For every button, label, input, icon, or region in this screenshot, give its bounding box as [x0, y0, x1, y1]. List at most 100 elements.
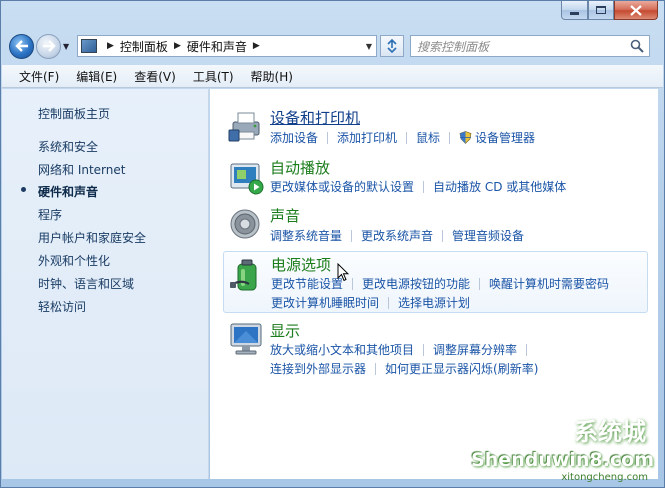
- link-require-password-on-wake[interactable]: 唤醒计算机时需要密码: [489, 275, 609, 292]
- link-add-printer[interactable]: 添加打印机: [337, 129, 397, 146]
- menu-help[interactable]: 帮助(H): [251, 68, 293, 85]
- sidebar-item-network[interactable]: 网络和 Internet: [38, 161, 125, 178]
- links-power-row1: 更改节能设置 更改电源按钮的功能 唤醒计算机时需要密码: [271, 275, 609, 292]
- links-power-row2: 更改计算机睡眠时间 选择电源计划: [271, 294, 470, 311]
- links-sound: 调整系统音量 更改系统声音 管理音频设备: [270, 227, 524, 244]
- navigation-row: ▼ ▶ 控制面板 ▶ 硬件和声音 ▶ ▼ 搜索控制面板: [9, 31, 656, 61]
- link-change-media-defaults[interactable]: 更改媒体或设备的默认设置: [270, 178, 414, 195]
- category-power-options: 电源选项 更改节能设置 更改电源按钮的功能 唤醒计算机时需要密码 更改计算机睡眠…: [223, 251, 648, 313]
- chevron-right-icon[interactable]: ▶: [253, 41, 260, 51]
- watermark-sub: xitongcheng.com: [561, 472, 648, 483]
- printer-icon[interactable]: [228, 108, 264, 144]
- speaker-icon[interactable]: [228, 207, 264, 243]
- maximize-icon: [596, 6, 606, 14]
- category-autoplay: 自动播放 更改媒体或设备的默认设置 自动播放 CD 或其他媒体: [224, 155, 648, 195]
- chevron-right-icon[interactable]: ▶: [174, 41, 181, 51]
- link-fix-flicker[interactable]: 如何更正显示器闪烁(刷新率): [385, 360, 538, 377]
- links-autoplay: 更改媒体或设备的默认设置 自动播放 CD 或其他媒体: [270, 178, 566, 195]
- watermark-cn: 系统城: [574, 418, 646, 446]
- arrow-left-icon: [14, 40, 28, 52]
- refresh-icon: [387, 39, 397, 53]
- close-button[interactable]: [614, 1, 658, 20]
- link-autoplay-cd[interactable]: 自动播放 CD 或其他媒体: [433, 178, 566, 195]
- search-icon[interactable]: [630, 39, 644, 53]
- mouse-cursor-icon: [337, 263, 349, 282]
- caption-buttons: [561, 1, 658, 20]
- sidebar-item-system-security[interactable]: 系统和安全: [38, 138, 98, 155]
- links-display-row2: 连接到外部显示器 如何更正显示器闪烁(刷新率): [270, 360, 538, 377]
- maximize-button[interactable]: [588, 1, 614, 20]
- divider: [423, 180, 425, 193]
- close-icon: [630, 4, 642, 16]
- link-choose-power-plan[interactable]: 选择电源计划: [398, 294, 470, 311]
- breadcrumb-control-panel[interactable]: 控制面板: [120, 38, 168, 55]
- category-display: 显示 放大或缩小文本和其他项目 调整屏幕分辨率 连接到外部显示器 如何更正显示器…: [224, 319, 648, 379]
- link-change-system-sounds[interactable]: 更改系统声音: [361, 227, 433, 244]
- uac-shield-icon: [459, 131, 472, 144]
- sidebar-item-home[interactable]: 控制面板主页: [38, 105, 110, 122]
- address-dropdown[interactable]: ▼: [362, 42, 376, 51]
- sidebar-item-hardware-sound[interactable]: 硬件和声音: [38, 183, 98, 200]
- search-input[interactable]: 搜索控制面板: [410, 35, 650, 57]
- link-change-sleep-time[interactable]: 更改计算机睡眠时间: [271, 294, 379, 311]
- category-title-display[interactable]: 显示: [270, 320, 300, 341]
- refresh-button[interactable]: [380, 35, 404, 57]
- divider: [479, 277, 481, 290]
- category-title-autoplay[interactable]: 自动播放: [270, 157, 330, 178]
- menu-view[interactable]: 查看(V): [134, 68, 176, 85]
- link-mouse[interactable]: 鼠标: [416, 129, 440, 146]
- link-resize-text[interactable]: 放大或缩小文本和其他项目: [270, 341, 414, 358]
- control-panel-icon: [81, 39, 97, 53]
- divider: [351, 229, 353, 242]
- sidebar: 控制面板主页 系统和安全 网络和 Internet 硬件和声音 程序 用户帐户和…: [2, 89, 209, 479]
- category-devices-printers: 设备和打印机 添加设备 添加打印机 鼠标 设备管理器: [224, 105, 648, 145]
- sidebar-item-clock-region[interactable]: 时钟、语言和区域: [38, 275, 134, 292]
- link-power-button-function[interactable]: 更改电源按钮的功能: [362, 275, 470, 292]
- menu-tools[interactable]: 工具(T): [193, 68, 234, 85]
- recent-pages-dropdown[interactable]: ▼: [63, 42, 73, 51]
- category-title-devices-printers[interactable]: 设备和打印机: [270, 107, 360, 128]
- sidebar-item-user-accounts[interactable]: 用户帐户和家庭安全: [38, 229, 146, 246]
- forward-button[interactable]: [36, 33, 61, 59]
- sidebar-item-ease-of-access[interactable]: 轻松访问: [38, 298, 86, 315]
- minimize-button[interactable]: [561, 1, 588, 20]
- arrow-right-icon: [42, 40, 56, 52]
- menu-bar: 文件(F) 编辑(E) 查看(V) 工具(T) 帮助(H): [2, 65, 663, 88]
- links-display-row1: 放大或缩小文本和其他项目 调整屏幕分辨率: [270, 341, 536, 358]
- watermark-text: Shenduwin8.com: [471, 449, 654, 471]
- sidebar-item-appearance[interactable]: 外观和个性化: [38, 252, 110, 269]
- address-bar[interactable]: ▶ 控制面板 ▶ 硬件和声音 ▶ ▼: [77, 35, 377, 57]
- divider: [388, 296, 390, 309]
- watermark: 系统城 Shenduwin8.com xitongcheng.com: [471, 418, 662, 485]
- divider: [442, 229, 444, 242]
- link-device-manager[interactable]: 设备管理器: [475, 129, 535, 146]
- divider: [526, 343, 528, 356]
- autoplay-icon[interactable]: [228, 159, 264, 195]
- active-bullet-icon: [21, 187, 26, 192]
- category-title-power-options[interactable]: 电源选项: [271, 254, 331, 275]
- divider: [375, 362, 377, 375]
- chevron-right-icon[interactable]: ▶: [107, 41, 114, 51]
- monitor-icon[interactable]: [228, 321, 264, 357]
- link-connect-external-display[interactable]: 连接到外部显示器: [270, 360, 366, 377]
- back-button[interactable]: [9, 33, 34, 59]
- link-change-power-saving[interactable]: 更改节能设置: [271, 275, 343, 292]
- link-adjust-resolution[interactable]: 调整屏幕分辨率: [433, 341, 517, 358]
- divider: [406, 131, 408, 144]
- breadcrumb-hardware-sound[interactable]: 硬件和声音: [187, 38, 247, 55]
- link-manage-audio-devices[interactable]: 管理音频设备: [452, 227, 524, 244]
- category-title-sound[interactable]: 声音: [270, 205, 300, 226]
- minimize-icon: [570, 11, 579, 15]
- divider: [352, 277, 354, 290]
- window-frame: ▼ ▶ 控制面板 ▶ 硬件和声音 ▶ ▼ 搜索控制面板 文件(F) 编辑(E): [0, 0, 665, 488]
- search-placeholder: 搜索控制面板: [417, 39, 490, 54]
- divider: [423, 343, 425, 356]
- link-add-device[interactable]: 添加设备: [270, 129, 318, 146]
- links-devices-printers: 添加设备 添加打印机 鼠标 设备管理器: [270, 129, 535, 146]
- menu-file[interactable]: 文件(F): [19, 68, 59, 85]
- link-adjust-volume[interactable]: 调整系统音量: [270, 227, 342, 244]
- divider: [449, 131, 451, 144]
- sidebar-item-programs[interactable]: 程序: [38, 206, 62, 223]
- battery-icon[interactable]: [229, 257, 265, 293]
- menu-edit[interactable]: 编辑(E): [76, 68, 117, 85]
